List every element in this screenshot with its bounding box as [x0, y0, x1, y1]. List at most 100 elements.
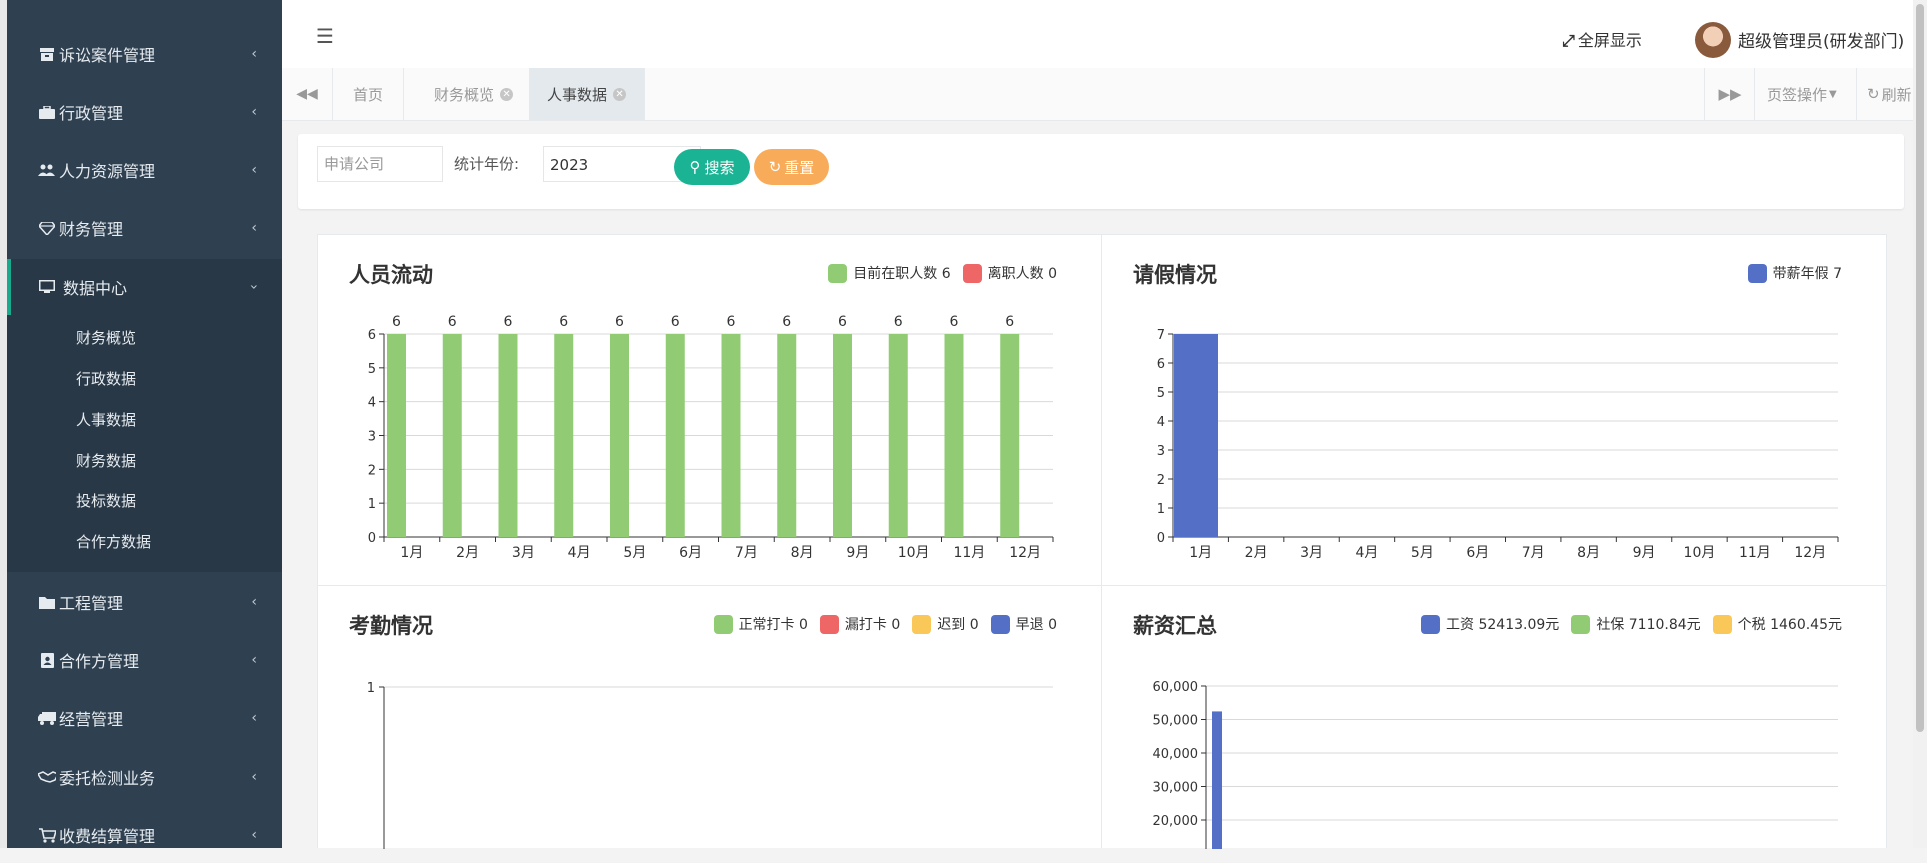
sidebar-item-label: 数据中心: [63, 279, 128, 298]
page-ops-dropdown[interactable]: 页签操作 ▼: [1754, 68, 1857, 120]
refresh-label: 刷新: [1881, 85, 1912, 104]
close-icon[interactable]: ✕: [500, 87, 514, 101]
user-menu[interactable]: 超级管理员(研发部门): [1738, 27, 1904, 52]
sidebar-item-admin[interactable]: 行政管理 ‹: [7, 84, 282, 140]
tab-finance-overview[interactable]: 财务概览 ✕: [416, 68, 533, 120]
y-tick-label: 3: [368, 430, 376, 445]
search-icon: ⚲: [689, 158, 701, 176]
data-label: 6: [727, 314, 736, 330]
sidebar-item-business[interactable]: 经营管理 ‹: [7, 690, 282, 746]
x-tick-label: 12月: [1794, 545, 1826, 561]
sidebar-submenu: 财务概览 行政数据 人事数据 财务数据 投标数据 合作方数据: [7, 315, 282, 572]
y-tick-label: 5: [368, 362, 376, 377]
bar: [944, 334, 964, 537]
sidebar-item-engineering[interactable]: 工程管理 ‹: [7, 574, 282, 630]
tabs-scroll-left-button[interactable]: ◀◀: [282, 68, 333, 120]
search-button[interactable]: ⚲ 搜索: [674, 149, 750, 185]
data-label: 6: [950, 314, 959, 330]
y-tick-label: 7: [1157, 328, 1165, 343]
tab-hr-data[interactable]: 人事数据 ✕: [529, 68, 646, 120]
sidebar-item-label: 人力资源管理: [59, 162, 156, 181]
bar: [1000, 334, 1020, 537]
sidebar-item-hr[interactable]: 人力资源管理 ‹: [7, 142, 282, 198]
bar: [833, 334, 852, 537]
data-label: 6: [392, 314, 401, 330]
page-ops-label: 页签操作: [1767, 85, 1828, 104]
leave-panel: 请假情况 带薪年假 7 0 1 2 3 4 5 6 7 1月 2月 3月 4月 5月 6月 7月 8月 9月 10…: [1101, 234, 1887, 586]
data-label: 6: [838, 314, 847, 330]
sidebar-subitem-admin-data[interactable]: 行政数据: [76, 368, 136, 389]
bar: [610, 334, 629, 537]
sidebar-item-label: 合作方管理: [59, 652, 140, 671]
refresh-icon: ↻: [1867, 85, 1880, 103]
tab-bar: ◀◀ 首页 财务概览 ✕ 人事数据 ✕ ▶▶ 页签操作 ▼ ↻ 刷新: [282, 68, 1927, 121]
data-label: 6: [615, 314, 624, 330]
reset-button[interactable]: ↻ 重置: [754, 149, 829, 185]
x-tick-label: 12月: [1009, 545, 1041, 561]
bar: [1174, 334, 1218, 537]
caret-down-icon: ▼: [1829, 88, 1837, 100]
scrollbar-thumb[interactable]: [1916, 4, 1924, 732]
tab-label: 首页: [353, 85, 384, 104]
tab-label: 人事数据: [547, 85, 608, 104]
sidebar-item-finance[interactable]: 财务管理 ‹: [7, 200, 282, 256]
x-tick-label: 5月: [623, 545, 646, 561]
sidebar-subitem-finance-overview[interactable]: 财务概览: [76, 327, 136, 348]
menu-toggle-icon[interactable]: ☰: [316, 24, 334, 48]
x-tick-label: 4月: [568, 545, 591, 561]
double-chevron-left-icon: ◀◀: [296, 86, 318, 102]
sidebar-subitem-hr-data[interactable]: 人事数据: [76, 409, 136, 430]
x-tick-label: 6月: [679, 545, 702, 561]
sidebar: 诉讼案件管理 ‹ 行政管理 ‹ 人力资源管理 ‹ 财务管理 ‹ 数据中心 ‹ 财…: [7, 0, 282, 848]
x-tick-label: 6月: [1466, 545, 1489, 561]
cart-icon: [38, 826, 56, 844]
y-tick-label: 0: [1157, 531, 1165, 546]
double-chevron-right-icon: ▶▶: [1718, 85, 1742, 103]
y-tick-label: 2: [368, 463, 376, 478]
briefcase-icon: [38, 103, 56, 121]
sidebar-item-data-center[interactable]: 数据中心 ‹: [7, 259, 282, 315]
reset-button-label: 重置: [784, 158, 815, 177]
sidebar-item-litigation[interactable]: 诉讼案件管理 ‹: [7, 26, 282, 82]
chevron-left-icon: ‹: [251, 46, 257, 62]
sidebar-subitem-finance-data[interactable]: 财务数据: [76, 450, 136, 471]
tab-label: 财务概览: [434, 85, 495, 104]
y-tick-label: 6: [368, 328, 376, 343]
company-input[interactable]: [317, 146, 443, 182]
bar: [721, 334, 741, 537]
sidebar-item-billing[interactable]: 收费结算管理 ‹: [7, 807, 282, 863]
desktop-icon: [38, 278, 56, 296]
x-tick-label: 7月: [1522, 545, 1545, 561]
y-tick-label: 3: [1157, 444, 1165, 459]
y-tick-label: 30,000: [1153, 781, 1199, 796]
data-label: 6: [559, 314, 568, 330]
personnel-flow-chart: 0 1 2 3 4 5 6 1月 2月 3月 4月 5月 6月 7月 8月 9月 10月 11月 12月 6 6 6 6 6 6…: [368, 314, 1054, 561]
data-label: 6: [782, 314, 791, 330]
address-book-icon: [38, 651, 56, 669]
chevron-left-icon: ‹: [251, 220, 257, 236]
y-tick-label: 2: [1157, 473, 1165, 488]
sidebar-item-partner[interactable]: 合作方管理 ‹: [7, 632, 282, 688]
x-tick-label: 3月: [512, 545, 535, 561]
sidebar-item-inspection[interactable]: 委托检测业务 ‹: [7, 749, 282, 805]
x-tick-label: 9月: [1633, 545, 1656, 561]
truck-icon: [38, 709, 56, 727]
bar: [387, 334, 406, 537]
leave-chart: 0 1 2 3 4 5 6 7 1月 2月 3月 4月 5月 6月 7月 8月 9月 10月 11月 12月: [1157, 328, 1839, 561]
search-form: 统计年份: 2023⌄ ⚲搜索 ↻重置: [298, 134, 1904, 209]
attendance-chart: 1: [367, 681, 1053, 849]
tab-home[interactable]: 首页: [333, 68, 405, 120]
y-tick-label: 0: [368, 531, 376, 546]
sidebar-item-label: 工程管理: [59, 594, 124, 613]
tabs-scroll-right-button[interactable]: ▶▶: [1704, 68, 1755, 120]
close-icon[interactable]: ✕: [613, 87, 627, 101]
sidebar-subitem-bid-data[interactable]: 投标数据: [76, 490, 136, 511]
sidebar-subitem-partner-data[interactable]: 合作方数据: [76, 531, 151, 552]
avatar[interactable]: [1695, 22, 1731, 58]
vertical-scrollbar[interactable]: [1913, 0, 1927, 848]
users-icon: [38, 161, 56, 179]
data-label: 6: [504, 314, 513, 330]
sidebar-item-label: 行政管理: [59, 104, 124, 123]
x-tick-label: 8月: [791, 545, 814, 561]
fullscreen-button[interactable]: ⤢ 全屏显示: [1562, 27, 1642, 51]
